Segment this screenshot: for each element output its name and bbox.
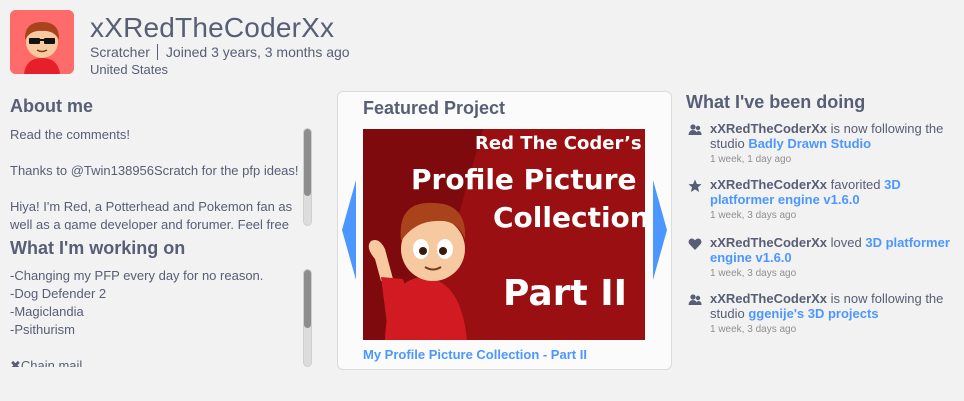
working-box[interactable]: -Changing my PFP every day for no reason…: [10, 267, 312, 367]
avatar[interactable]: [10, 10, 74, 74]
activity-title: What I've been doing: [686, 92, 866, 112]
activity-action: loved: [827, 235, 866, 250]
thumbnail-line-1: Red The Coder’s: [475, 133, 642, 154]
activity-time: 1 week, 3 days ago: [710, 268, 797, 279]
activity-actor[interactable]: xXRedTheCoderXx: [710, 291, 827, 306]
featured-project-panel: Featured Project Red The Coder’s Profile…: [337, 91, 672, 370]
star-icon: [688, 179, 702, 192]
meta-divider: [156, 44, 158, 60]
activity-time: 1 week, 3 days ago: [710, 210, 797, 221]
about-title: About me: [10, 96, 93, 116]
profile-username: xXRedTheCoderXx: [90, 12, 335, 43]
profile-meta: Scratcher Joined 3 years, 3 months ago: [90, 44, 350, 60]
activity-panel: What I've been doing xXRedTheCoderXx is …: [686, 92, 956, 335]
about-scrollbar[interactable]: [303, 128, 312, 226]
profile-header: xXRedTheCoderXx Scratcher Joined 3 years…: [10, 10, 950, 80]
thumbnail-line-2: Profile Picture: [411, 163, 637, 196]
carousel-left-arrow-icon[interactable]: [342, 180, 356, 280]
about-scroll-thumb[interactable]: [304, 129, 311, 197]
activity-actor[interactable]: xXRedTheCoderXx: [710, 235, 827, 250]
activity-action: favorited: [827, 177, 885, 192]
activity-actor[interactable]: xXRedTheCoderXx: [710, 177, 827, 192]
activity-time: 1 week, 3 days ago: [710, 324, 797, 335]
activity-time: 1 week, 1 day ago: [710, 154, 792, 165]
working-scroll-thumb[interactable]: [304, 270, 311, 328]
follow-icon: [688, 124, 702, 135]
activity-target[interactable]: Badly Drawn Studio: [748, 136, 871, 151]
about-box[interactable]: Read the comments! Thanks to @Twin138956…: [10, 126, 312, 230]
profile-joined: Joined 3 years, 3 months ago: [165, 44, 350, 60]
thumbnail-line-3: Collection: [493, 201, 645, 234]
about-text: Read the comments! Thanks to @Twin138956…: [10, 127, 299, 230]
activity-target[interactable]: ggenije's 3D projects: [748, 306, 878, 321]
working-text: -Changing my PFP every day for no reason…: [10, 268, 264, 367]
working-scrollbar[interactable]: [303, 269, 312, 367]
left-column: About me Read the comments! Thanks to @T…: [10, 96, 312, 367]
profile-role: Scratcher: [90, 44, 150, 60]
working-title: What I'm working on: [10, 238, 186, 258]
activity-actor[interactable]: xXRedTheCoderXx: [710, 121, 827, 136]
thumbnail-line-4: Part II: [503, 273, 627, 314]
featured-project-thumbnail[interactable]: Red The Coder’s Profile Picture Collecti…: [363, 129, 645, 340]
carousel-right-arrow-icon[interactable]: [653, 180, 667, 280]
featured-project-link[interactable]: My Profile Picture Collection - Part II: [363, 347, 587, 362]
profile-location: United States: [90, 62, 169, 77]
featured-title: Featured Project: [363, 98, 506, 118]
avatar-image: [10, 10, 74, 74]
heart-icon: [688, 238, 702, 250]
follow-icon: [688, 294, 702, 305]
